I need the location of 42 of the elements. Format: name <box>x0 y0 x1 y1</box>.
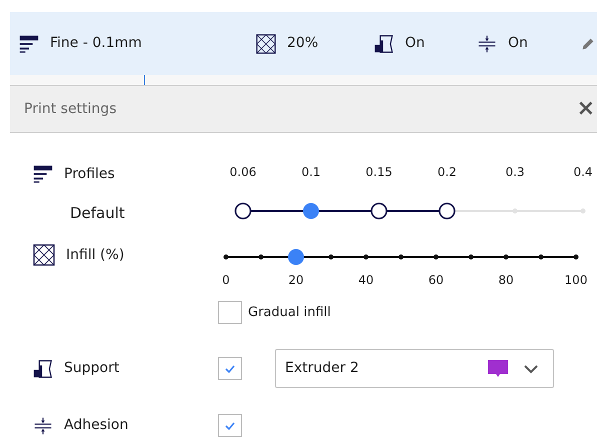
pencil-icon <box>580 36 596 52</box>
setting-label: Infill (%) <box>66 246 124 264</box>
layer-height-label: 0.3 <box>505 165 525 179</box>
chevron-icon <box>523 364 539 374</box>
setting-label: Profiles <box>64 164 115 184</box>
setting-label: Support <box>64 359 120 378</box>
scale-label: 60 <box>428 273 444 287</box>
checkbox-label: Gradual infill <box>248 304 331 322</box>
scale-label: 20 <box>288 273 304 287</box>
scale-label: 40 <box>358 273 374 287</box>
layer-height-label: 0.4 <box>573 165 593 179</box>
check-icon <box>224 420 236 430</box>
check-icon <box>224 364 236 374</box>
checkbox[interactable] <box>218 414 242 437</box>
toolbar-value[interactable]: Fine - 0.1mm <box>50 33 142 54</box>
slider-stop[interactable] <box>438 202 456 220</box>
toolbar-value[interactable]: On <box>508 33 528 54</box>
infill-icon <box>32 243 56 267</box>
scale-label: 0 <box>222 273 230 287</box>
scale-label: 80 <box>498 273 514 287</box>
extruder-dropdown[interactable]: Extruder 2 <box>275 349 554 388</box>
support-icon <box>32 358 54 380</box>
checkbox[interactable] <box>218 357 242 380</box>
support-icon <box>373 32 395 54</box>
profile-icon <box>32 163 54 185</box>
infill-icon <box>255 32 277 54</box>
toolbar-value[interactable]: On <box>405 33 425 54</box>
layer-height-label: 0.2 <box>437 165 457 179</box>
slider-stop[interactable] <box>234 202 252 220</box>
slider-handle[interactable] <box>288 249 304 265</box>
scale-label: 100 <box>564 273 588 287</box>
checkbox[interactable] <box>218 301 242 324</box>
setting-label: Adhesion <box>64 416 128 435</box>
profile-name: Default <box>70 204 125 222</box>
layer-height-label: 0.1 <box>301 165 321 179</box>
slider-handle[interactable] <box>303 203 319 219</box>
panel-title: Print settings <box>24 100 116 118</box>
layer-height-label: 0.15 <box>366 165 392 179</box>
layer-height-label: 0.06 <box>230 165 256 179</box>
slider-stop[interactable] <box>370 202 388 220</box>
toolbar-value[interactable]: 20% <box>287 33 318 54</box>
close-button[interactable]: × <box>576 98 595 120</box>
